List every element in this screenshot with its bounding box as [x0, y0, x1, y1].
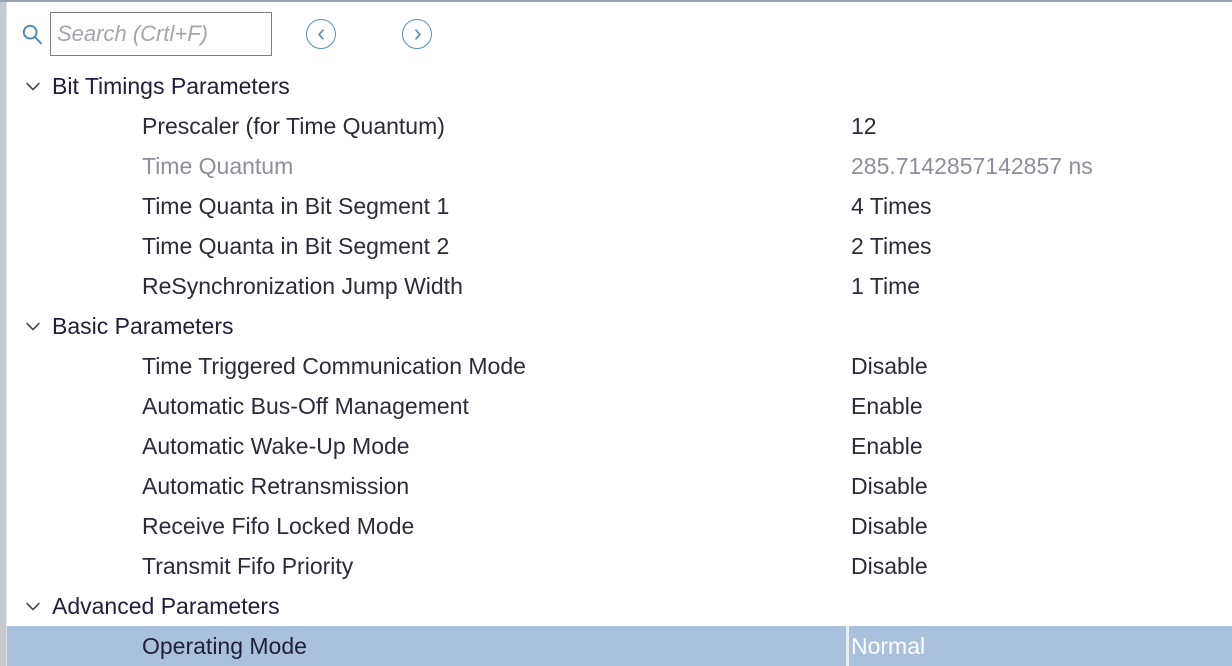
search-toolbar	[0, 2, 1232, 66]
parameter-row[interactable]: Automatic Wake-Up Mode Enable	[0, 426, 1232, 466]
parameter-row[interactable]: ReSynchronization Jump Width 1 Time	[0, 266, 1232, 306]
parameter-value[interactable]: 2 Times	[851, 233, 932, 260]
tree-group-row[interactable]: Bit Timings Parameters	[0, 66, 1232, 106]
search-previous-button[interactable]	[306, 19, 336, 49]
parameter-label: Receive Fifo Locked Mode	[142, 512, 415, 539]
search-next-button[interactable]	[402, 19, 432, 49]
parameter-value[interactable]: 1 Time	[851, 273, 920, 300]
tree-group-row[interactable]: Basic Parameters	[0, 306, 1232, 346]
parameter-label: Time Triggered Communication Mode	[142, 352, 526, 379]
parameter-label: Automatic Retransmission	[142, 472, 410, 499]
parameter-row[interactable]: Time Triggered Communication Mode Disable	[0, 346, 1232, 386]
left-gutter	[0, 2, 7, 666]
tree-group-label: Advanced Parameters	[52, 592, 280, 619]
parameter-configuration-panel: Bit Timings Parameters Prescaler (for Tim…	[0, 0, 1232, 666]
parameter-label: Transmit Fifo Priority	[142, 552, 354, 579]
parameter-label: Automatic Bus-Off Management	[142, 392, 469, 419]
parameter-value[interactable]: Disable	[851, 353, 928, 380]
parameter-label: Time Quanta in Bit Segment 1	[142, 192, 450, 219]
chevron-down-icon[interactable]	[22, 316, 44, 336]
tree-group-row[interactable]: Advanced Parameters	[0, 586, 1232, 626]
parameter-value[interactable]: Disable	[851, 473, 928, 500]
parameter-label: Operating Mode	[142, 632, 307, 659]
parameter-value[interactable]: Enable	[851, 433, 923, 460]
chevron-down-icon[interactable]	[22, 596, 44, 616]
parameter-row[interactable]: Prescaler (for Time Quantum) 12	[0, 106, 1232, 146]
parameter-row[interactable]: Time Quantum 285.7142857142857 ns	[0, 146, 1232, 186]
parameter-row[interactable]: Time Quanta in Bit Segment 2 2 Times	[0, 226, 1232, 266]
parameter-label: ReSynchronization Jump Width	[142, 272, 463, 299]
parameter-row[interactable]: Automatic Retransmission Disable	[0, 466, 1232, 506]
parameter-value[interactable]: 285.7142857142857 ns	[851, 153, 1093, 180]
parameter-value[interactable]: Enable	[851, 393, 923, 420]
parameter-label: Prescaler (for Time Quantum)	[142, 112, 445, 139]
tree-group-label: Bit Timings Parameters	[52, 72, 290, 99]
chevron-down-icon[interactable]	[22, 76, 44, 96]
tree-group-label: Basic Parameters	[52, 312, 234, 339]
parameter-row[interactable]: Operating Mode Normal	[0, 626, 1232, 666]
parameter-row[interactable]: Transmit Fifo Priority Disable	[0, 546, 1232, 586]
search-icon	[20, 22, 44, 46]
parameter-row[interactable]: Automatic Bus-Off Management Enable	[0, 386, 1232, 426]
search-input[interactable]	[57, 21, 265, 47]
parameter-value[interactable]: 4 Times	[851, 193, 932, 220]
parameter-value[interactable]: Normal	[851, 633, 925, 660]
column-divider	[846, 626, 849, 666]
parameter-tree: Bit Timings Parameters Prescaler (for Tim…	[0, 66, 1232, 666]
parameter-value[interactable]: Disable	[851, 553, 928, 580]
search-box[interactable]	[50, 12, 272, 56]
parameter-label: Time Quanta in Bit Segment 2	[142, 232, 450, 259]
parameter-value[interactable]: Disable	[851, 513, 928, 540]
parameter-row[interactable]: Receive Fifo Locked Mode Disable	[0, 506, 1232, 546]
parameter-value[interactable]: 12	[851, 113, 877, 140]
parameter-label: Automatic Wake-Up Mode	[142, 432, 410, 459]
parameter-label: Time Quantum	[142, 152, 294, 179]
parameter-row[interactable]: Time Quanta in Bit Segment 1 4 Times	[0, 186, 1232, 226]
